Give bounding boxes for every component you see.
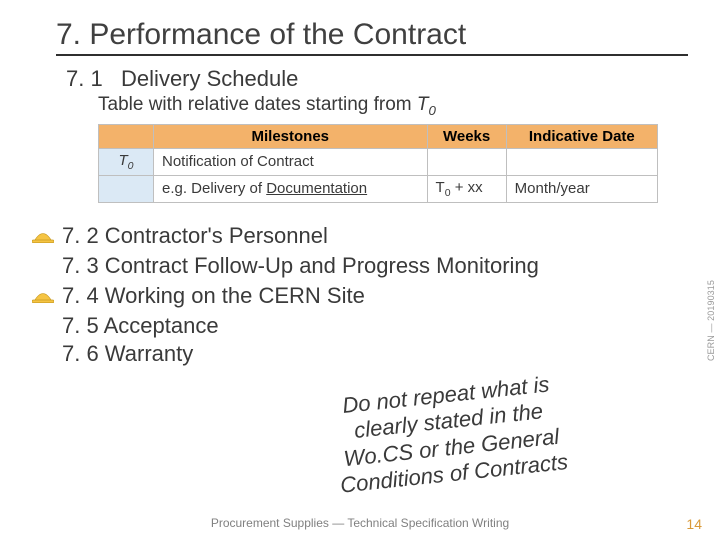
section-7-6: 7. 6 Warranty: [62, 341, 688, 367]
side-stamp: CERN — 20190315: [706, 280, 716, 361]
table-caption-prefix: Table with relative dates starting from: [98, 94, 417, 115]
table-header-row: Milestones Weeks Indicative Date: [99, 124, 658, 148]
hardhat-icon: [32, 289, 54, 303]
section-7-1-label: Delivery Schedule: [121, 66, 298, 91]
delivery-schedule-table: Milestones Weeks Indicative Date T0 Noti…: [98, 124, 658, 203]
table-caption: Table with relative dates starting from …: [98, 94, 688, 118]
cell-milestone-2: e.g. Delivery of Documentation: [154, 175, 428, 202]
sections-list: 7. 2 Contractor's Personnel 7. 3 Contrac…: [62, 221, 688, 367]
th-blank: [99, 124, 154, 148]
th-indicative-date: Indicative Date: [506, 124, 657, 148]
footer-text: Procurement Supplies — Technical Specifi…: [0, 516, 720, 530]
section-7-1-num: 7. 1: [66, 66, 103, 91]
table-row: e.g. Delivery of Documentation T0 + xx M…: [99, 175, 658, 202]
slide-title: 7. Performance of the Contract: [56, 18, 688, 56]
cell-milestone-1: Notification of Contract: [154, 148, 428, 175]
section-7-3: 7. 3 Contract Follow-Up and Progress Mon…: [62, 253, 688, 279]
cell-weeks-2: T0 + xx: [427, 175, 506, 202]
cell-date-2: Month/year: [506, 175, 657, 202]
section-7-2: 7. 2 Contractor's Personnel: [62, 223, 328, 249]
page-number: 14: [686, 516, 702, 532]
cell-blank: [99, 175, 154, 202]
cell-date-1: [506, 148, 657, 175]
handwritten-note: Do not repeat what is clearly stated in …: [285, 366, 614, 504]
th-milestones: Milestones: [154, 124, 428, 148]
cell-weeks-1: [427, 148, 506, 175]
hardhat-icon: [32, 229, 54, 243]
section-7-4: 7. 4 Working on the CERN Site: [62, 283, 365, 309]
t0-symbol: T0: [417, 94, 436, 115]
cell-t0: T0: [99, 148, 154, 175]
table-row: T0 Notification of Contract: [99, 148, 658, 175]
section-7-5: 7. 5 Acceptance: [62, 313, 688, 339]
th-weeks: Weeks: [427, 124, 506, 148]
section-7-1: 7. 1 Delivery Schedule: [66, 66, 688, 92]
